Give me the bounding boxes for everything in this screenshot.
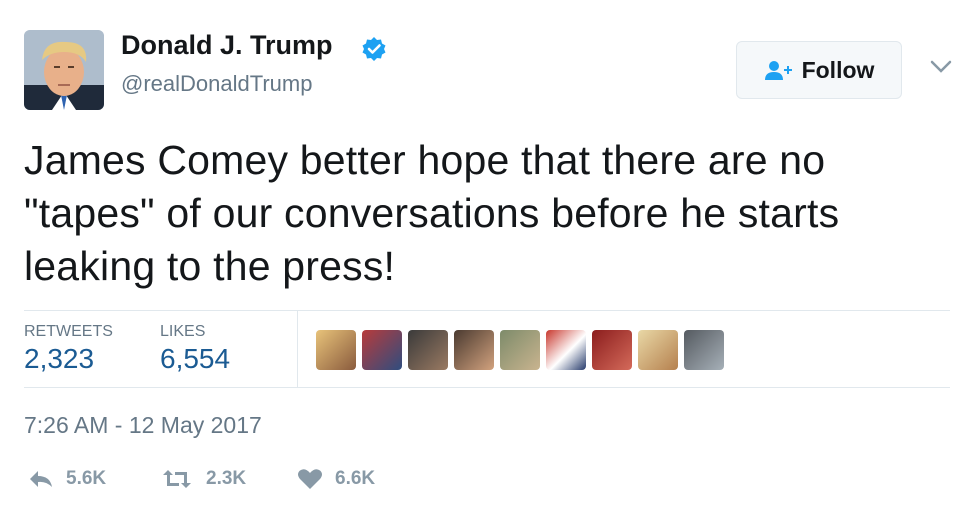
retweets-label: RETWEETS (24, 323, 113, 340)
tweet-timestamp[interactable]: 7:26 AM - 12 May 2017 (24, 412, 262, 439)
liker-avatar[interactable] (362, 330, 402, 370)
like-button[interactable]: 6.6K (297, 468, 375, 490)
divider (24, 310, 950, 311)
reply-count: 5.6K (66, 468, 107, 489)
liker-avatar[interactable] (546, 330, 586, 370)
liker-avatar[interactable] (454, 330, 494, 370)
liker-avatar[interactable] (592, 330, 632, 370)
like-count: 6.6K (335, 468, 376, 489)
display-name[interactable]: Donald J. Trump (121, 30, 333, 61)
tweet-text: James Comey better hope that there are n… (24, 137, 840, 289)
liker-avatar[interactable] (408, 330, 448, 370)
divider (24, 387, 950, 388)
reply-button[interactable]: 5.6K (28, 468, 106, 490)
liker-avatar[interactable] (684, 330, 724, 370)
add-user-icon (764, 59, 794, 81)
likes-label: LIKES (160, 323, 206, 340)
liker-avatar[interactable] (638, 330, 678, 370)
retweet-icon (163, 470, 191, 488)
retweets-count[interactable]: 2,323 (24, 343, 94, 375)
liker-avatar[interactable] (500, 330, 540, 370)
chevron-down-icon[interactable] (930, 60, 952, 74)
liker-avatar[interactable] (316, 330, 356, 370)
retweet-button[interactable]: 2.3K (160, 468, 246, 490)
reply-icon (30, 471, 52, 487)
profile-avatar[interactable] (24, 30, 104, 110)
liker-avatars (316, 330, 724, 370)
stats-separator (297, 311, 298, 387)
heart-icon (298, 469, 322, 489)
follow-label: Follow (801, 56, 875, 83)
likes-count[interactable]: 6,554 (160, 343, 230, 375)
follow-button[interactable]: Follow (736, 41, 902, 99)
retweet-count: 2.3K (206, 468, 247, 489)
user-handle[interactable]: @realDonaldTrump (121, 71, 312, 97)
verified-badge-icon (361, 36, 387, 62)
